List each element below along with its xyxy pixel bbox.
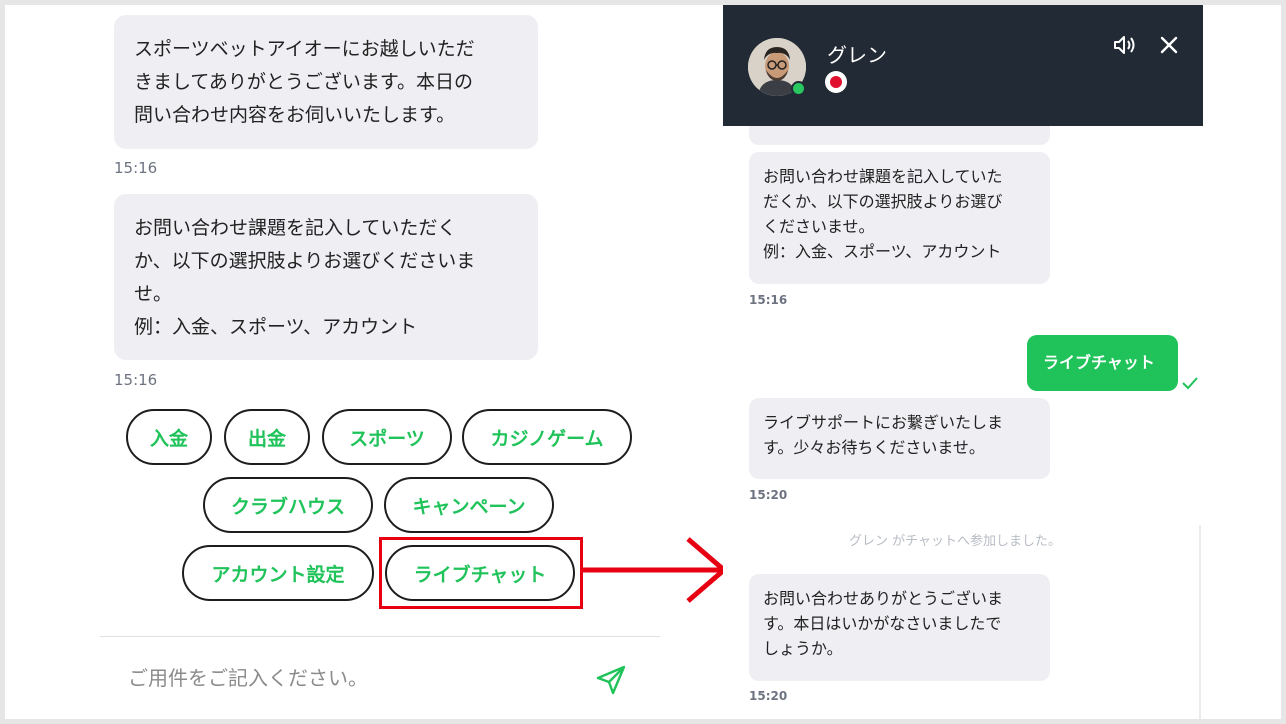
user-message-live-chat: ライブチャット [1027, 335, 1178, 391]
quick-reply-casino-game[interactable]: カジノゲーム [462, 409, 632, 465]
message-timestamp: 15:20 [749, 689, 788, 703]
recording-indicator-icon [825, 71, 847, 93]
live-chat-widget: グレン お問い合わせ課題を記入していた だくか、以下の選択肢よりお選び ください… [723, 5, 1203, 719]
red-arrow-annotation [580, 537, 728, 603]
live-chat-highlight-box [379, 537, 583, 609]
bot-message-connecting: ライブサポートにお繋ぎいたしま す。少々お待ちくださいませ。 [749, 398, 1050, 479]
agent-name: グレン [827, 43, 887, 67]
composer-divider [100, 636, 660, 637]
bot-message-instructions: お問い合わせ課題を記入していた だくか、以下の選択肢よりお選び くださいませ。 … [749, 152, 1050, 284]
quick-reply-campaign[interactable]: キャンペーン [384, 477, 554, 533]
left-chat-panel: スポーツベットアイオーにお越しいただ きましてありがとうございます。本日の 問い… [100, 5, 660, 719]
quick-reply-sports[interactable]: スポーツ [322, 409, 452, 465]
message-timestamp: 15:20 [749, 488, 788, 502]
message-timestamp: 15:16 [749, 293, 788, 307]
message-timestamp: 15:16 [114, 371, 158, 389]
message-timestamp: 15:16 [114, 159, 158, 177]
bot-message-partial [749, 126, 1050, 145]
sound-toggle-icon[interactable] [1111, 31, 1139, 59]
scrollbar-track[interactable] [1199, 525, 1201, 719]
bot-message-instructions: お問い合わせ課題を記入していただく か、以下の選択肢よりお選びくださいま せ。 … [114, 194, 538, 360]
quick-reply-deposit[interactable]: 入金 [126, 409, 212, 465]
online-status-icon [791, 81, 806, 96]
screenshot-canvas: スポーツベットアイオーにお越しいただ きましてありがとうございます。本日の 問い… [5, 5, 1281, 719]
quick-reply-account-settings[interactable]: アカウント設定 [182, 545, 374, 601]
quick-reply-clubhouse[interactable]: クラブハウス [203, 477, 373, 533]
send-icon[interactable] [594, 663, 628, 697]
close-icon[interactable] [1155, 31, 1183, 59]
chat-header: グレン [723, 5, 1203, 126]
delivered-check-icon [1182, 377, 1198, 390]
agent-message-greeting: お問い合わせありがとうございま す。本日はいかがなさいましたで しょうか。 [749, 574, 1050, 681]
bot-message-greeting: スポーツベットアイオーにお越しいただ きましてありがとうございます。本日の 問い… [114, 15, 538, 149]
agent-joined-notice: グレン がチャットへ参加しました。 [849, 534, 1062, 549]
message-input[interactable] [128, 660, 578, 696]
quick-reply-withdrawal[interactable]: 出金 [224, 409, 310, 465]
